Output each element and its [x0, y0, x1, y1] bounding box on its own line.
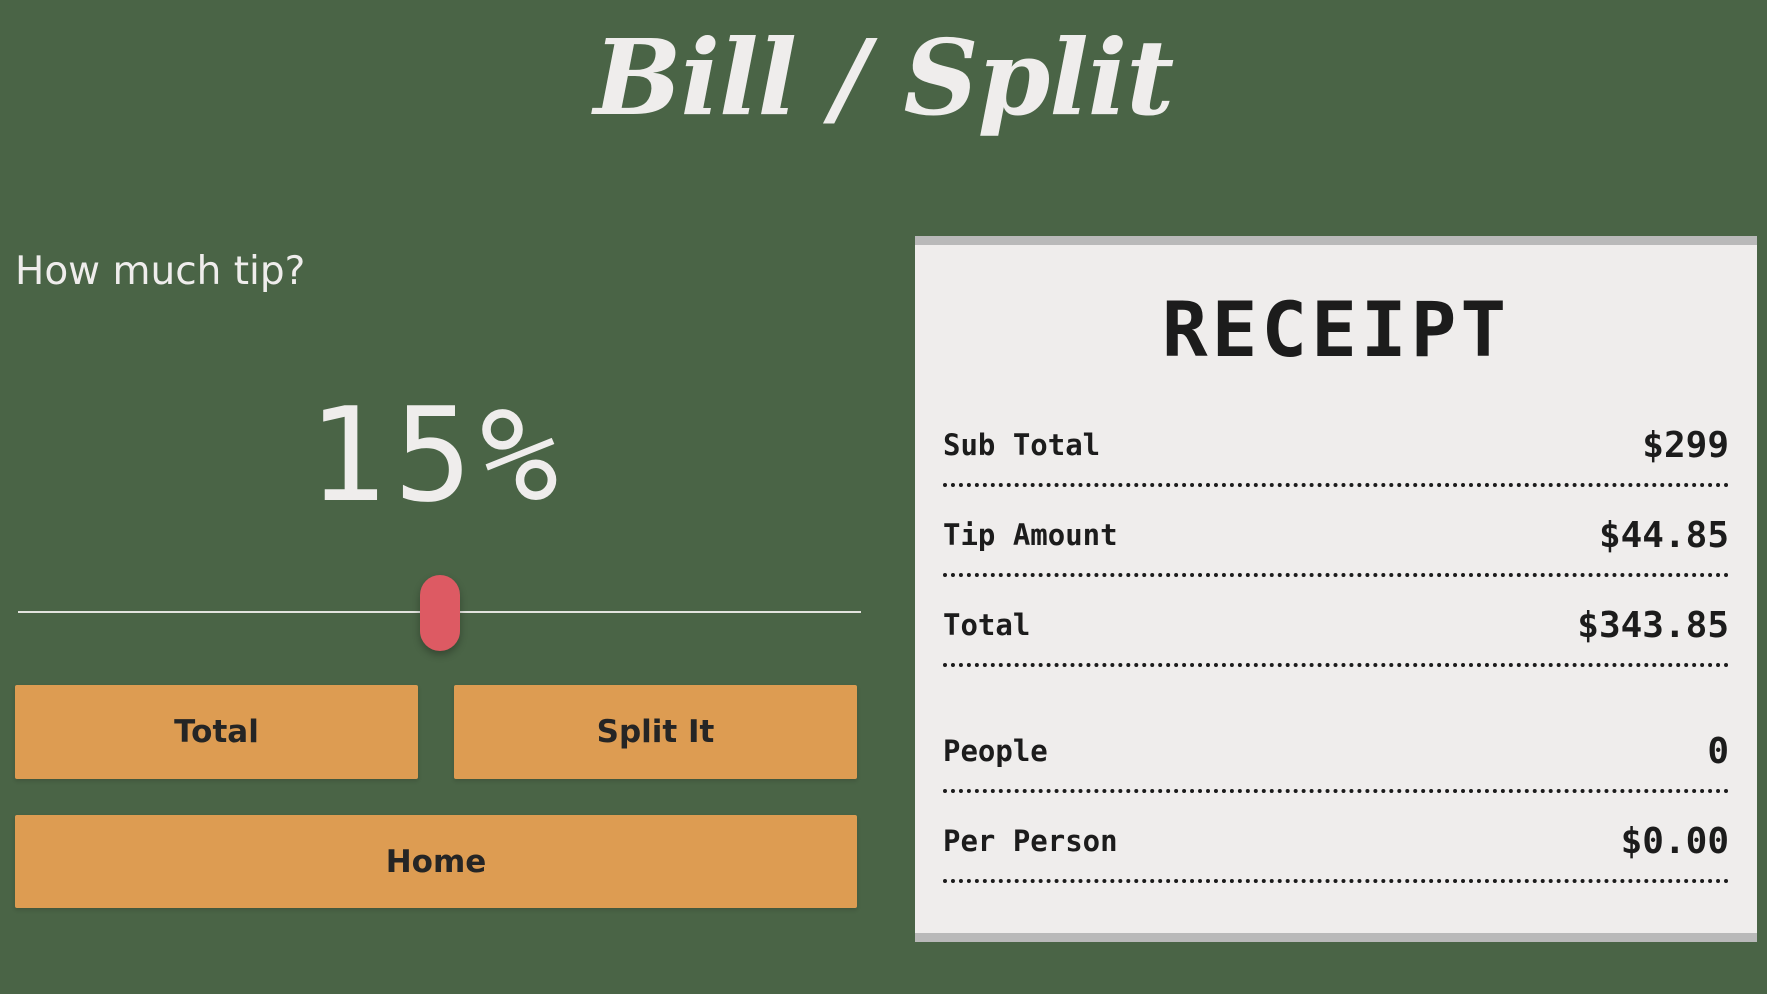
app-title: Bill / Split	[593, 16, 1175, 139]
receipt-row-total: Total $343.85	[943, 601, 1729, 649]
slider-thumb[interactable]	[419, 575, 460, 651]
receipt-row-tip-amount: Tip Amount $44.85	[943, 511, 1729, 559]
receipt-divider	[943, 483, 1729, 487]
receipt-row-people: People 0	[943, 727, 1729, 775]
tip-percent-display: 15%	[307, 379, 567, 531]
total-button[interactable]: Total	[15, 685, 418, 779]
receipt-row-label: People	[943, 734, 1048, 768]
receipt-row-label: Sub Total	[943, 428, 1101, 462]
receipt-row-value: $299	[1642, 424, 1729, 466]
receipt-row-value: 0	[1707, 730, 1729, 772]
home-button[interactable]: Home	[15, 815, 857, 908]
receipt-row-value: $343.85	[1577, 604, 1729, 646]
receipt-row-value: $44.85	[1598, 514, 1729, 556]
tip-question-label: How much tip?	[15, 249, 306, 294]
tip-slider[interactable]	[18, 575, 861, 651]
receipt-divider	[943, 789, 1729, 793]
receipt-title: RECEIPT	[1161, 285, 1511, 374]
receipt-panel: RECEIPT Sub Total $299 Tip Amount $44.85…	[915, 236, 1757, 942]
split-it-button[interactable]: Split It	[454, 685, 857, 779]
receipt-divider	[943, 879, 1729, 883]
receipt-row-sub-total: Sub Total $299	[943, 421, 1729, 469]
receipt-divider	[943, 663, 1729, 667]
receipt-row-value: $0.00	[1620, 820, 1729, 862]
receipt-divider	[943, 573, 1729, 577]
receipt-row-label: Per Person	[943, 824, 1118, 858]
receipt-row-label: Total	[943, 608, 1031, 642]
receipt-row-per-person: Per Person $0.00	[943, 817, 1729, 865]
receipt-row-label: Tip Amount	[943, 518, 1118, 552]
